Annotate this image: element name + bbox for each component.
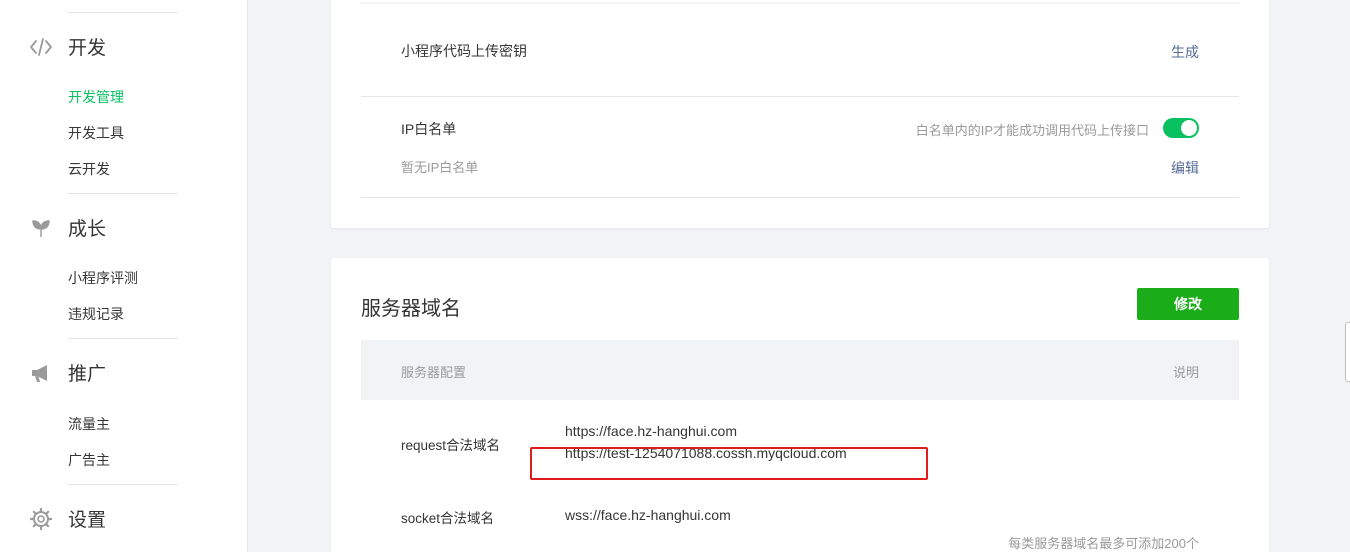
sidebar-divider [68,193,178,194]
socket-domain-label: socket合法域名 [401,511,495,526]
sidebar-item-dev-tools[interactable]: 开发工具 [68,123,124,143]
socket-domain-value: wss://face.hz-hanghui.com [565,507,731,523]
sidebar-item-violations[interactable]: 违规记录 [68,304,124,324]
sprout-icon [28,215,54,241]
ip-whitelist-hint: 白名单内的IP才能成功调用代码上传接口 [915,123,1149,138]
server-domain-table-header: 服务器配置 说明 [361,340,1239,400]
sidebar-section-title: 设置 [68,510,107,531]
request-domain-value: https://face.hz-hanghui.com [565,423,737,439]
sidebar-section-promotion[interactable]: 推广 [28,359,106,386]
sidebar-divider [68,338,178,339]
row-divider [361,197,1239,198]
sidebar-section-title: 成长 [68,219,107,240]
domain-limit-note: 每类服务器域名最多可添加200个 [1008,536,1199,551]
sidebar-item-traffic-owner[interactable]: 流量主 [68,414,110,434]
sidebar: 开发 开发管理 开发工具 云开发 成长 小程序评测 违规记录 推广 流量主 广告… [0,0,248,552]
scroll-handle[interactable] [1345,322,1350,382]
row-divider [361,96,1239,97]
sidebar-section-title: 推广 [68,364,107,385]
sidebar-item-dev-management[interactable]: 开发管理 [68,87,124,107]
header-config: 服务器配置 [401,365,467,380]
sidebar-item-evaluation[interactable]: 小程序评测 [68,268,138,288]
megaphone-icon [28,360,54,386]
request-domain-label: request合法域名 [401,438,501,453]
sidebar-item-cloud-dev[interactable]: 云开发 [68,159,110,179]
sidebar-divider [68,12,178,13]
server-domain-title: 服务器域名 [361,298,461,320]
row-divider [361,2,1239,4]
ip-whitelist-toggle[interactable] [1163,118,1199,138]
ip-whitelist-empty-text: 暂无IP白名单 [401,160,479,175]
header-description: 说明 [1172,365,1199,380]
sidebar-section-develop[interactable]: 开发 [28,33,106,60]
highlight-box [530,447,928,480]
sidebar-section-settings[interactable]: 设置 [28,505,106,532]
toggle-knob [1181,120,1197,136]
ip-whitelist-label: IP白名单 [401,121,457,137]
dev-settings-panel: 小程序代码上传密钥 生成 IP白名单 白名单内的IP才能成功调用代码上传接口 暂… [331,0,1269,228]
sidebar-item-advertiser[interactable]: 广告主 [68,450,110,470]
sidebar-divider [68,484,178,485]
upload-key-label: 小程序代码上传密钥 [401,43,527,59]
gear-icon [28,506,54,532]
generate-key-link[interactable]: 生成 [1171,42,1199,62]
sidebar-section-title: 开发 [68,38,107,59]
sidebar-section-growth[interactable]: 成长 [28,214,106,241]
server-domain-panel: 服务器域名 修改 服务器配置 说明 request合法域名 https://fa… [331,258,1269,552]
edit-ip-whitelist-link[interactable]: 编辑 [1171,158,1199,178]
code-icon [28,34,54,60]
modify-button[interactable]: 修改 [1137,288,1239,320]
